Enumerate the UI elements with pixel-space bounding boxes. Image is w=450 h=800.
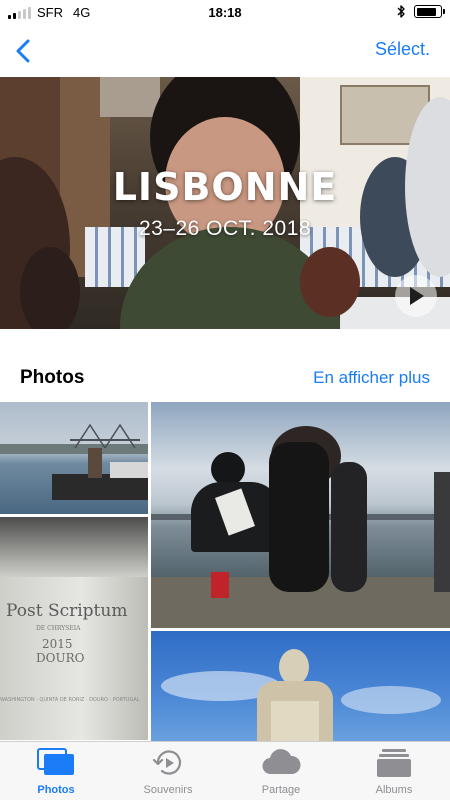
memory-title: LISBONNE <box>112 165 338 209</box>
status-time: 18:18 <box>208 5 242 20</box>
see-more-link[interactable]: En afficher plus <box>313 368 430 388</box>
memories-icon <box>152 750 182 775</box>
tab-albums-label: Albums <box>375 784 413 796</box>
play-button[interactable] <box>395 275 437 317</box>
tab-bar: Photos Souvenirs Partage Albums <box>0 741 450 800</box>
back-button[interactable] <box>6 34 40 68</box>
tab-albums[interactable]: Albums <box>338 742 450 800</box>
tab-photos[interactable]: Photos <box>0 742 112 800</box>
memory-cover[interactable]: LISBONNE 23–26 OCT. 2018 <box>0 77 450 329</box>
battery-icon <box>414 5 445 18</box>
chevron-left-icon <box>16 39 30 63</box>
play-icon <box>410 287 424 305</box>
photos-section-title: Photos <box>20 367 85 388</box>
tab-souvenirs-label: Souvenirs <box>143 784 193 796</box>
tab-partage[interactable]: Partage <box>225 742 337 800</box>
memory-date: 23–26 OCT. 2018 <box>138 217 312 240</box>
photo-thumbnail-harbour[interactable] <box>0 402 148 514</box>
navigation-bar: Sélect. <box>0 26 450 76</box>
photo-thumbnail-riverside[interactable] <box>151 402 450 628</box>
albums-icon <box>377 749 411 777</box>
tab-partage-label: Partage <box>261 784 301 796</box>
select-button[interactable]: Sélect. <box>375 39 430 60</box>
status-bar: SFR 4G 18:18 <box>0 0 450 26</box>
status-right <box>397 4 445 19</box>
bluetooth-icon <box>397 5 405 18</box>
photo-thumbnail-statue[interactable] <box>151 631 450 741</box>
photo-thumbnail-wine-label[interactable]: Post Scriptum DE CHRYSEIA 2015 DOURO WAS… <box>0 517 148 740</box>
tab-photos-label: Photos <box>37 784 75 796</box>
photos-icon <box>37 748 74 775</box>
tab-souvenirs[interactable]: Souvenirs <box>112 742 224 800</box>
shared-cloud-icon <box>262 749 301 775</box>
